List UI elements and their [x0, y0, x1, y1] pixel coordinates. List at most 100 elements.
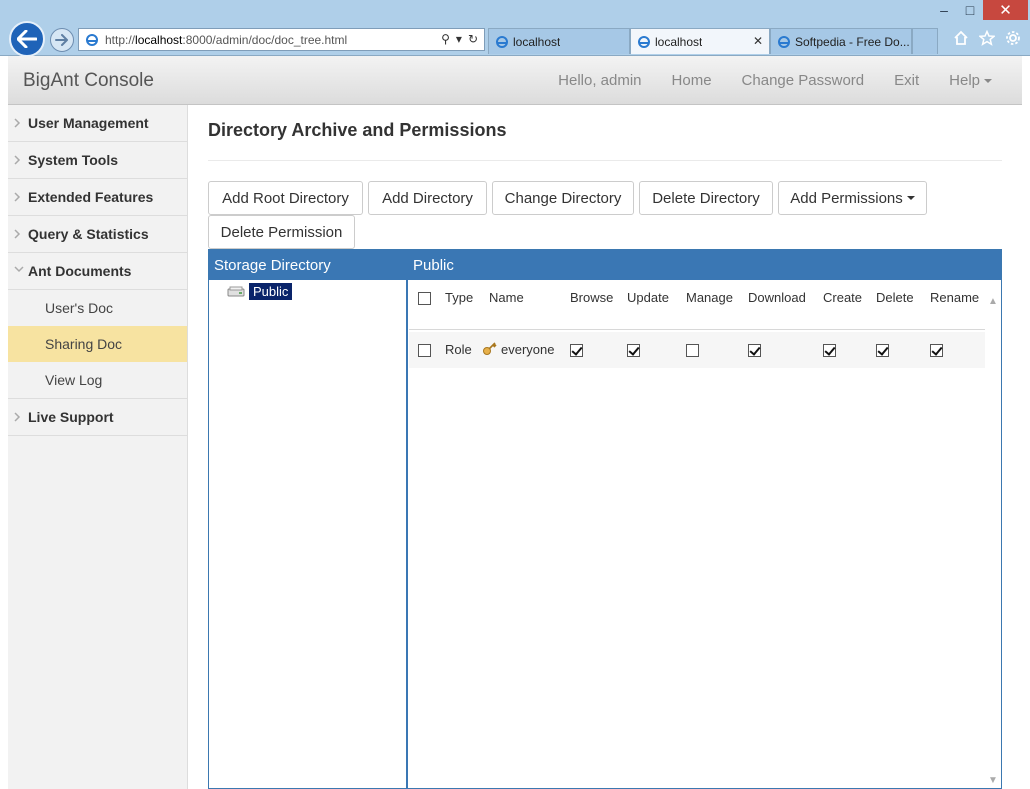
refresh-icon[interactable]: ↻: [468, 32, 478, 46]
sidebar-item-label: Extended Features: [28, 189, 154, 205]
chevron-down-icon: [14, 266, 24, 273]
sidebar-item-system-tools[interactable]: System Tools: [8, 142, 187, 179]
sidebar-item-live-support[interactable]: Live Support: [8, 399, 187, 436]
window-controls: – □ ✕: [931, 0, 1028, 20]
browser-chrome: – □ ✕ http://localhost:8000/admin/doc/do…: [0, 0, 1030, 57]
delete-permission-button[interactable]: Delete Permission: [208, 215, 355, 249]
address-url: http://localhost:8000/admin/doc/doc_tree…: [105, 32, 348, 47]
home-icon[interactable]: [952, 29, 970, 47]
tab-localhost-2[interactable]: localhost ✕: [630, 28, 770, 54]
row-name: everyone: [501, 342, 555, 357]
chevron-right-icon: [14, 155, 21, 165]
minimize-icon[interactable]: –: [931, 0, 957, 20]
tab-label: localhost: [655, 34, 703, 49]
new-tab-button[interactable]: [912, 28, 938, 54]
sidebar-subitem-label: View Log: [45, 372, 103, 388]
ie-page-icon: [86, 33, 98, 46]
address-bar[interactable]: http://localhost:8000/admin/doc/doc_tree…: [78, 28, 485, 51]
tab-localhost-1[interactable]: localhost: [488, 28, 630, 54]
sidebar-item-extended-features[interactable]: Extended Features: [8, 179, 187, 216]
sidebar-item-label: Ant Documents: [28, 263, 132, 279]
chevron-right-icon: [14, 229, 21, 239]
help-label: Help: [949, 72, 980, 89]
sidebar-item-ant-documents[interactable]: Ant Documents: [8, 253, 187, 290]
selected-directory-header: Public: [413, 257, 454, 274]
browse-checkbox[interactable]: [570, 344, 583, 357]
column-header-rename[interactable]: Rename: [930, 290, 979, 305]
grid-scrollbar[interactable]: ▲ ▼: [985, 280, 1001, 788]
nav-help-dropdown[interactable]: Help: [949, 72, 992, 89]
column-header-type[interactable]: Type: [445, 290, 473, 305]
manage-checkbox[interactable]: [686, 344, 699, 357]
back-button[interactable]: [9, 21, 45, 57]
rename-checkbox[interactable]: [930, 344, 943, 357]
delete-directory-button[interactable]: Delete Directory: [639, 181, 773, 215]
column-header-name[interactable]: Name: [489, 290, 524, 305]
sidebar-item-label: User Management: [28, 115, 149, 131]
directory-panel: Storage Directory Public Public Type Nam…: [208, 249, 1002, 789]
add-directory-button[interactable]: Add Directory: [368, 181, 487, 215]
chevron-right-icon: [14, 192, 21, 202]
column-header-browse[interactable]: Browse: [570, 290, 613, 305]
table-row[interactable]: Role everyone: [409, 332, 985, 368]
storage-directory-header: Storage Directory: [214, 257, 331, 274]
nav-change-password-link[interactable]: Change Password: [742, 72, 865, 89]
tab-label: Softpedia - Free Do...: [795, 34, 910, 49]
update-checkbox[interactable]: [627, 344, 640, 357]
sidebar-subitem-label: User's Doc: [45, 300, 114, 316]
dropdown-icon[interactable]: ▾: [456, 32, 462, 46]
arrow-left-icon: [17, 30, 37, 48]
panel-header: Storage Directory Public: [209, 250, 1001, 280]
panel-splitter[interactable]: [406, 280, 408, 789]
sidebar-subitem-users-doc[interactable]: User's Doc: [8, 290, 187, 326]
brand-title[interactable]: BigAnt Console: [23, 70, 154, 92]
select-all-checkbox[interactable]: [418, 292, 431, 305]
close-tab-icon[interactable]: ✕: [753, 34, 763, 48]
chevron-right-icon: [14, 118, 21, 128]
sidebar-item-label: Query & Statistics: [28, 226, 149, 242]
column-header-create[interactable]: Create: [823, 290, 862, 305]
gear-icon[interactable]: [1004, 29, 1022, 47]
search-icon[interactable]: ⚲: [441, 32, 450, 46]
maximize-icon[interactable]: □: [957, 0, 983, 20]
sidebar: User Management System Tools Extended Fe…: [8, 105, 188, 789]
sidebar-subitem-view-log[interactable]: View Log: [8, 362, 187, 398]
favorites-star-icon[interactable]: [978, 29, 996, 47]
row-select-checkbox[interactable]: [418, 344, 431, 357]
app-navbar: BigAnt Console Hello, admin Home Change …: [8, 56, 1022, 105]
column-header-delete[interactable]: Delete: [876, 290, 914, 305]
create-checkbox[interactable]: [823, 344, 836, 357]
close-window-icon[interactable]: ✕: [983, 0, 1028, 20]
sidebar-item-label: System Tools: [28, 152, 118, 168]
ie-page-icon: [496, 35, 508, 48]
chevron-right-icon: [14, 412, 21, 422]
arrow-right-icon: [55, 34, 68, 46]
column-header-manage[interactable]: Manage: [686, 290, 733, 305]
sidebar-subgroup-ant-documents: User's Doc Sharing Doc View Log: [8, 290, 187, 399]
tree-node-public[interactable]: Public: [227, 283, 293, 300]
nav-exit-link[interactable]: Exit: [894, 72, 919, 89]
forward-button[interactable]: [50, 28, 74, 52]
scroll-down-icon[interactable]: ▼: [988, 775, 998, 786]
nav-home-link[interactable]: Home: [672, 72, 712, 89]
drive-icon: [227, 286, 245, 296]
tab-softpedia[interactable]: Softpedia - Free Do...: [770, 28, 912, 54]
scroll-up-icon[interactable]: ▲: [988, 296, 998, 307]
sidebar-subitem-sharing-doc[interactable]: Sharing Doc: [8, 326, 187, 362]
download-checkbox[interactable]: [748, 344, 761, 357]
permissions-grid-header: Type Name Browse Update Manage Download …: [409, 280, 985, 349]
sidebar-item-query-statistics[interactable]: Query & Statistics: [8, 216, 187, 253]
greeting-text: Hello, admin: [558, 72, 642, 89]
column-header-download[interactable]: Download: [748, 290, 806, 305]
add-permissions-dropdown[interactable]: Add Permissions: [778, 181, 927, 215]
add-root-directory-button[interactable]: Add Root Directory: [208, 181, 363, 215]
delete-checkbox[interactable]: [876, 344, 889, 357]
change-directory-button[interactable]: Change Directory: [492, 181, 634, 215]
caret-down-icon: [906, 196, 915, 200]
caret-down-icon: [984, 79, 992, 84]
row-type: Role: [445, 342, 472, 357]
sidebar-item-user-management[interactable]: User Management: [8, 105, 187, 142]
sidebar-item-label: Live Support: [28, 409, 114, 425]
column-header-update[interactable]: Update: [627, 290, 669, 305]
ie-page-icon: [638, 35, 650, 48]
